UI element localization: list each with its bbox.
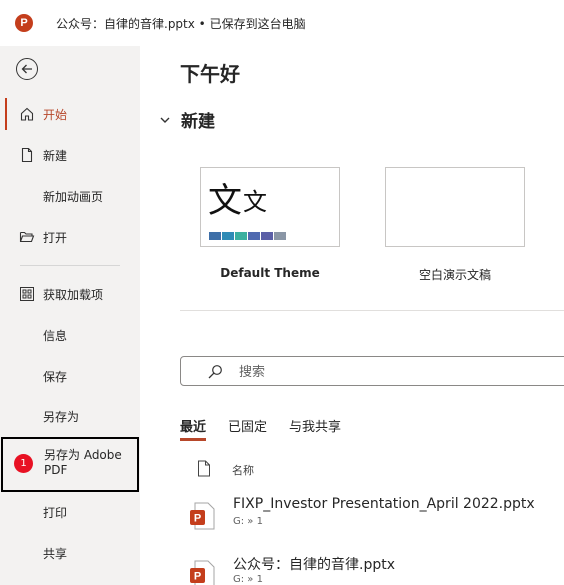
- nav-save[interactable]: 保存: [0, 358, 140, 394]
- file-path: G: » 1: [233, 574, 263, 585]
- folder-open-icon: [19, 231, 35, 243]
- nav-open-label: 打开: [43, 230, 68, 245]
- file-name: FIXP_Investor Presentation_April 2022.pp…: [233, 496, 535, 512]
- nav-new-label: 新建: [43, 148, 68, 163]
- template-default-theme-label: Default Theme: [220, 266, 320, 280]
- pptx-file-icon: P: [190, 502, 215, 530]
- color-swatch: [261, 232, 273, 240]
- nav-new-animated-page-label: 新加动画页: [43, 189, 104, 204]
- home-icon: [20, 107, 34, 121]
- chevron-down-icon: [160, 117, 170, 123]
- theme-color-swatches: [209, 232, 286, 240]
- back-button[interactable]: [16, 58, 38, 80]
- powerpoint-app-icon: P: [15, 14, 33, 32]
- file-name: 公众号：自律的音律.pptx: [233, 557, 395, 573]
- file-row[interactable]: P FIXP_Investor Presentation_April 2022.…: [180, 494, 564, 536]
- title-bar: P 公众号：自律的音律.pptx • 已保存到这台电脑: [0, 0, 564, 46]
- tab-pinned[interactable]: 已固定: [228, 416, 267, 439]
- nav-save-label: 保存: [43, 369, 68, 384]
- color-swatch: [222, 232, 234, 240]
- nav-save-as-label: 另存为: [43, 409, 80, 424]
- sidebar-divider: [20, 265, 120, 266]
- tab-shared-with-me[interactable]: 与我共享: [289, 416, 341, 439]
- search-input[interactable]: [239, 362, 539, 382]
- nav-save-as-adobe-pdf-label: 另存为 Adobe PDF: [44, 448, 122, 477]
- nav-print[interactable]: 打印: [0, 494, 140, 530]
- nav-open[interactable]: 打开: [0, 219, 140, 255]
- section-divider: [180, 310, 564, 311]
- window-title: 公众号：自律的音律.pptx • 已保存到这台电脑: [56, 17, 306, 31]
- svg-text:P: P: [194, 513, 201, 525]
- addins-grid-icon: [20, 287, 34, 301]
- nav-share[interactable]: 共享: [0, 535, 140, 571]
- new-document-icon: [21, 147, 33, 163]
- nav-new[interactable]: 新建: [0, 137, 140, 173]
- nav-home[interactable]: 开始: [0, 96, 140, 132]
- file-type-icon: [198, 460, 210, 477]
- file-row[interactable]: P 公众号：自律的音律.pptx G: » 1: [180, 552, 564, 585]
- nav-get-addins[interactable]: 获取加载项: [0, 276, 140, 312]
- nav-share-label: 共享: [43, 546, 68, 561]
- color-swatch: [235, 232, 247, 240]
- color-swatch: [274, 232, 286, 240]
- nav-info[interactable]: 信息: [0, 317, 140, 353]
- nav-info-label: 信息: [43, 328, 68, 343]
- new-section-heading: 新建: [181, 112, 215, 132]
- greeting-heading: 下午好: [180, 62, 240, 86]
- search-icon: [208, 365, 222, 379]
- nav-get-addins-label: 获取加载项: [43, 287, 104, 302]
- template-blank-presentation[interactable]: [385, 167, 525, 247]
- file-tabs: 最近 已固定 与我共享: [180, 416, 363, 441]
- backstage-sidebar: 开始 新建 新加动画页 打开 获取加载项 信息 保存 另存为 1 另存为 Ado…: [0, 46, 140, 585]
- nav-save-as[interactable]: 另存为: [0, 398, 140, 434]
- search-box[interactable]: [180, 356, 564, 386]
- nav-print-label: 打印: [43, 505, 68, 520]
- pptx-file-icon: P: [190, 560, 215, 585]
- template-default-theme[interactable]: 文 文: [200, 167, 340, 247]
- template-thumb-glyph-large: 文: [208, 181, 242, 221]
- svg-text:P: P: [194, 571, 201, 583]
- file-list-header: 名称: [180, 460, 564, 480]
- nav-home-label: 开始: [43, 107, 68, 122]
- back-arrow-icon: [21, 64, 32, 74]
- template-thumb-glyph-small: 文: [243, 188, 267, 216]
- backstage-main: 下午好 新建 文 文 Default Theme 空白演示文稿 最近 已固定 与…: [140, 46, 564, 585]
- notification-badge: 1: [14, 454, 33, 473]
- color-swatch: [209, 232, 221, 240]
- tab-recent[interactable]: 最近: [180, 416, 207, 441]
- file-path: G: » 1: [233, 516, 263, 527]
- column-name-header[interactable]: 名称: [232, 462, 254, 478]
- color-swatch: [248, 232, 260, 240]
- nav-save-as-adobe-pdf[interactable]: 1 另存为 Adobe PDF: [1, 437, 139, 492]
- nav-new-animated-page[interactable]: 新加动画页: [0, 178, 140, 214]
- new-section-toggle[interactable]: 新建: [158, 107, 215, 132]
- template-blank-presentation-label: 空白演示文稿: [418, 268, 491, 282]
